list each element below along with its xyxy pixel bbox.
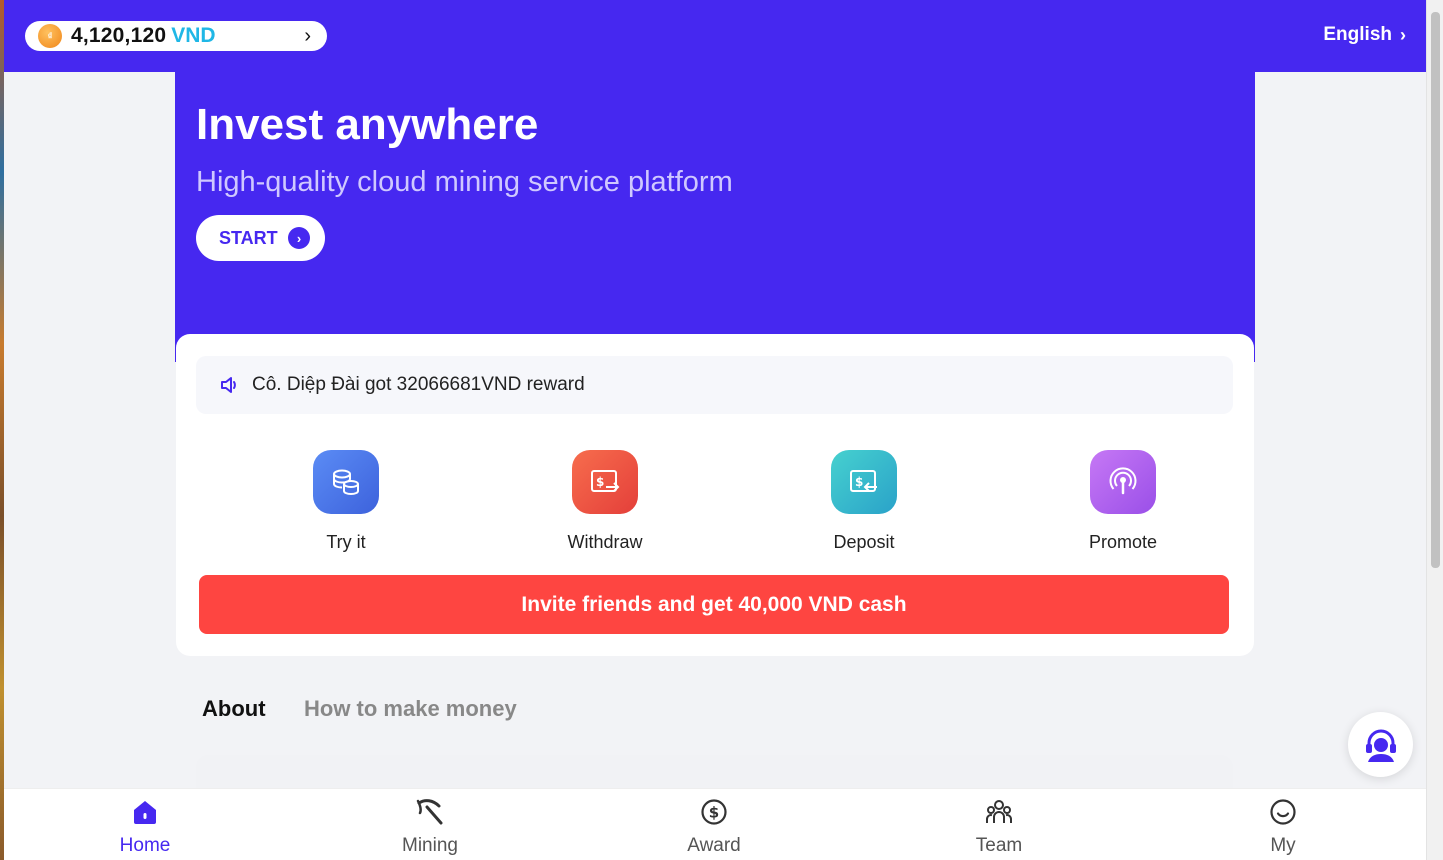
notice-text: Cô. Diệp Đài got 32066681VND reward [252,374,585,395]
action-label: Deposit [833,532,895,552]
top-header: ₫ 4,120,120 VND › English › [4,0,1426,72]
nav-label: Award [687,835,741,856]
nav-label: Team [975,835,1023,856]
language-selector[interactable]: English › [1323,24,1406,46]
language-label: English [1323,24,1392,45]
svg-text:$: $ [855,475,863,489]
nav-mining[interactable]: Mining [370,797,490,857]
coins-icon [313,450,379,514]
hero-title: Invest anywhere [196,100,539,149]
invite-banner-button[interactable]: Invite friends and get 40,000 VND cash [199,575,1229,634]
page-scrollbar[interactable] [1426,0,1443,860]
chevron-right-icon: › [1400,24,1406,45]
broadcast-icon [1090,450,1156,514]
tab-about[interactable]: About [202,696,266,722]
svg-text:$: $ [596,475,604,489]
dollar-coin-icon: $ [699,797,729,827]
nav-team[interactable]: Team [939,797,1059,857]
action-try-it[interactable]: Try it [276,450,416,553]
tab-how-to-make-money[interactable]: How to make money [304,696,517,722]
chevron-right-icon: › [304,25,311,47]
bottom-navigation: Home Mining $ Award Team My [4,788,1426,860]
deposit-icon: $ [831,450,897,514]
arrow-right-icon: › [288,227,310,249]
home-icon [130,797,160,827]
nav-award[interactable]: $ Award [654,797,774,857]
nav-label: My [1270,835,1296,856]
action-promote[interactable]: Promote [1053,450,1193,553]
start-button[interactable]: START › [196,215,325,261]
hero-subtitle: High-quality cloud mining service platfo… [196,166,733,198]
nav-label: Mining [402,835,458,856]
team-icon [984,797,1014,827]
quick-actions: Try it $ Withdraw $ Deposit Promote [196,450,1233,560]
action-label: Try it [326,532,366,552]
nav-my[interactable]: My [1223,797,1343,857]
balance-pill[interactable]: ₫ 4,120,120 VND › [25,21,327,51]
scrollbar-thumb[interactable] [1431,12,1440,568]
notice-bar: Cô. Diệp Đài got 32066681VND reward [196,356,1233,414]
withdraw-icon: $ [572,450,638,514]
balance-currency: VND [171,24,216,47]
svg-text:$: $ [709,804,719,822]
pickaxe-icon [415,797,445,827]
main-card: Cô. Diệp Đài got 32066681VND reward Try … [176,334,1254,656]
headset-icon [1365,729,1396,762]
background-strip [0,0,4,860]
balance-amount: 4,120,120 [71,24,167,47]
customer-support-button[interactable] [1348,712,1413,777]
action-label: Withdraw [567,532,643,552]
hero-banner: Invest anywhere High-quality cloud minin… [175,72,1255,362]
action-deposit[interactable]: $ Deposit [794,450,934,553]
nav-home[interactable]: Home [85,797,205,857]
action-withdraw[interactable]: $ Withdraw [535,450,675,553]
smiley-icon [1268,797,1298,827]
coin-icon: ₫ [38,24,62,48]
action-label: Promote [1088,532,1158,552]
nav-label: Home [119,835,171,856]
start-label: START [219,227,278,248]
speaker-icon [221,377,236,393]
